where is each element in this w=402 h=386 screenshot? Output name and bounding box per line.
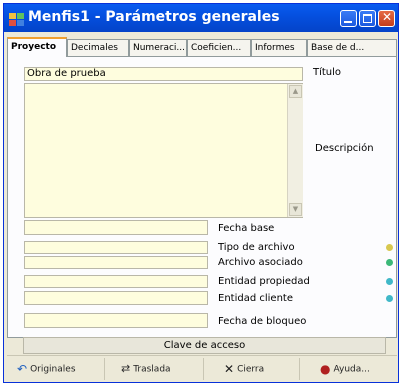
dialog-window: Menfis1 - Parámetros generales ✕ Proyect… — [3, 3, 399, 383]
close-x-icon: ✕ — [224, 362, 235, 376]
fecha-base-field[interactable] — [24, 220, 208, 235]
scroll-up-arrow[interactable]: ▲ — [289, 85, 302, 98]
tab-coeficientes[interactable]: Coeficien... — [187, 39, 251, 56]
fecha-base-label: Fecha base — [218, 223, 275, 234]
bottom-toolbar: ↶ Originales ⇄ Traslada ✕ Cierra ● Ayuda... — [7, 355, 397, 382]
cierra-label: Cierra — [237, 364, 265, 375]
fecha-bloqueo-label: Fecha de bloqueo — [218, 316, 307, 327]
cierra-button[interactable]: ✕ Cierra — [203, 358, 299, 380]
close-icon: ✕ — [382, 10, 393, 24]
transfer-icon: ⇄ — [121, 362, 131, 375]
titulo-label: Título — [313, 67, 342, 78]
tab-informes[interactable]: Informes — [251, 39, 307, 56]
archivo-asociado-field[interactable] — [24, 256, 208, 269]
undo-icon: ↶ — [17, 362, 28, 376]
entidad-propiedad-indicator-icon[interactable] — [386, 278, 393, 285]
archivo-asociado-indicator-icon[interactable] — [386, 259, 393, 266]
titulo-field[interactable]: Obra de prueba — [24, 67, 303, 81]
tab-panel-proyecto: Obra de prueba Título ▲ ▼ Descripción Fe… — [7, 56, 397, 338]
entidad-cliente-label: Entidad cliente — [218, 293, 293, 304]
minimize-icon — [344, 21, 352, 23]
entidad-propiedad-label: Entidad propiedad — [218, 276, 310, 287]
tab-strip: Proyecto Decimales Numeraci... Coeficien… — [7, 37, 397, 57]
tab-base-de-datos[interactable]: Base de d... — [307, 39, 397, 56]
tab-decimales[interactable]: Decimales — [67, 39, 129, 56]
entidad-cliente-field[interactable] — [24, 291, 208, 305]
descripcion-field[interactable] — [24, 83, 303, 218]
fecha-bloqueo-field[interactable] — [24, 313, 208, 328]
clave-acceso-button[interactable]: Clave de acceso — [23, 337, 386, 354]
tipo-archivo-label: Tipo de archivo — [218, 242, 295, 253]
scroll-down-arrow[interactable]: ▼ — [289, 203, 302, 216]
help-icon: ● — [320, 362, 331, 376]
descripcion-label: Descripción — [315, 143, 374, 154]
entidad-propiedad-field[interactable] — [24, 275, 208, 288]
tab-proyecto[interactable]: Proyecto — [7, 37, 67, 57]
originales-button[interactable]: ↶ Originales — [7, 358, 104, 380]
close-window-button[interactable]: ✕ — [378, 10, 395, 27]
entidad-cliente-indicator-icon[interactable] — [386, 295, 393, 302]
ayuda-button[interactable]: ● Ayuda... — [299, 358, 397, 380]
descripcion-scrollbar[interactable]: ▲ ▼ — [287, 84, 303, 217]
title-bar[interactable]: Menfis1 - Parámetros generales ✕ — [4, 4, 398, 32]
ayuda-label: Ayuda... — [333, 364, 370, 375]
archivo-asociado-label: Archivo asociado — [218, 257, 303, 268]
tipo-archivo-field[interactable] — [24, 241, 208, 254]
app-icon — [9, 11, 25, 26]
maximize-button[interactable] — [359, 10, 376, 27]
tab-numeracion[interactable]: Numeraci... — [129, 39, 187, 56]
traslada-button[interactable]: ⇄ Traslada — [104, 358, 203, 380]
traslada-label: Traslada — [133, 364, 171, 375]
minimize-button[interactable] — [340, 10, 357, 27]
originales-label: Originales — [30, 364, 76, 375]
window-title: Menfis1 - Parámetros generales — [28, 9, 280, 25]
tipo-archivo-indicator-icon[interactable] — [386, 244, 393, 251]
maximize-icon — [363, 14, 372, 23]
